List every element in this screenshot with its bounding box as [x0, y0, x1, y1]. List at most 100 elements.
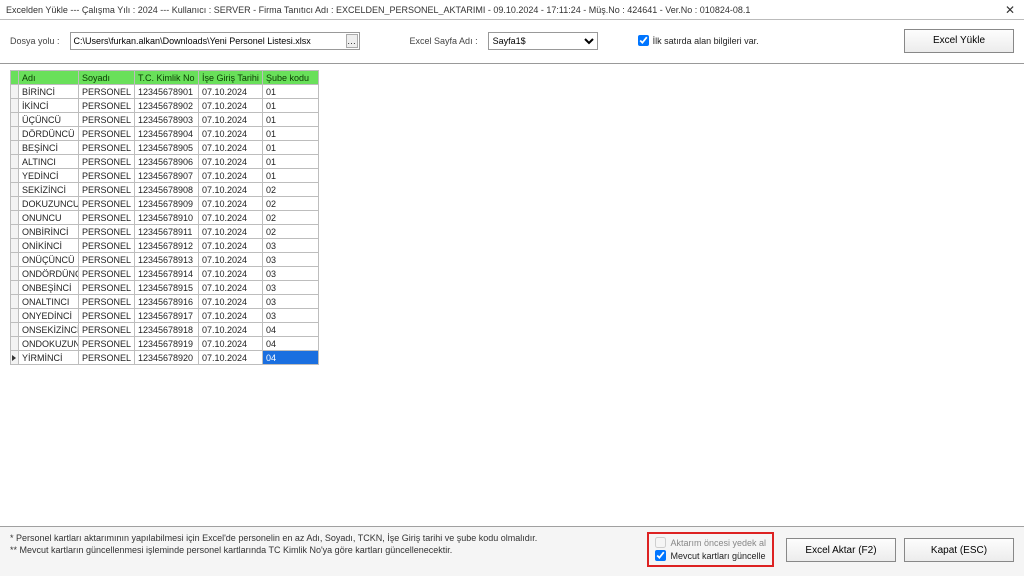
- cell-tckn[interactable]: 12345678913: [135, 253, 199, 267]
- cell-tarih[interactable]: 07.10.2024: [199, 351, 263, 365]
- cell-tarih[interactable]: 07.10.2024: [199, 169, 263, 183]
- table-row[interactable]: SEKİZİNCİPERSONEL1234567890807.10.202402: [11, 183, 319, 197]
- cell-soyadi[interactable]: PERSONEL: [79, 281, 135, 295]
- cell-adi[interactable]: ONUNCU: [19, 211, 79, 225]
- cell-sube[interactable]: 02: [263, 225, 319, 239]
- cell-tckn[interactable]: 12345678911: [135, 225, 199, 239]
- cell-tckn[interactable]: 12345678917: [135, 309, 199, 323]
- table-row[interactable]: ONYEDİNCİPERSONEL1234567891707.10.202403: [11, 309, 319, 323]
- cell-soyadi[interactable]: PERSONEL: [79, 127, 135, 141]
- table-row[interactable]: ÜÇÜNCÜPERSONEL1234567890307.10.202401: [11, 113, 319, 127]
- cell-sube[interactable]: 01: [263, 141, 319, 155]
- cell-tarih[interactable]: 07.10.2024: [199, 337, 263, 351]
- cell-tckn[interactable]: 12345678912: [135, 239, 199, 253]
- table-row[interactable]: YEDİNCİPERSONEL1234567890707.10.202401: [11, 169, 319, 183]
- cell-tckn[interactable]: 12345678916: [135, 295, 199, 309]
- cell-adi[interactable]: ONSEKİZİNCİ: [19, 323, 79, 337]
- cell-tckn[interactable]: 12345678918: [135, 323, 199, 337]
- close-icon[interactable]: ✕: [1002, 2, 1018, 18]
- table-row[interactable]: ALTINCIPERSONEL1234567890607.10.202401: [11, 155, 319, 169]
- cell-adi[interactable]: ONDÖRDÜNCÜ: [19, 267, 79, 281]
- cell-adi[interactable]: ONÜÇÜNCÜ: [19, 253, 79, 267]
- cell-sube[interactable]: 01: [263, 155, 319, 169]
- cell-tarih[interactable]: 07.10.2024: [199, 309, 263, 323]
- cell-tckn[interactable]: 12345678908: [135, 183, 199, 197]
- cell-sube[interactable]: 03: [263, 253, 319, 267]
- first-row-checkbox-input[interactable]: [638, 35, 649, 46]
- cell-tarih[interactable]: 07.10.2024: [199, 225, 263, 239]
- cell-soyadi[interactable]: PERSONEL: [79, 211, 135, 225]
- cell-tarih[interactable]: 07.10.2024: [199, 295, 263, 309]
- cell-tckn[interactable]: 12345678914: [135, 267, 199, 281]
- file-path-input[interactable]: [70, 32, 360, 50]
- cell-soyadi[interactable]: PERSONEL: [79, 267, 135, 281]
- cell-sube[interactable]: 03: [263, 267, 319, 281]
- col-sube[interactable]: Şube kodu: [263, 71, 319, 85]
- cell-adi[interactable]: ONYEDİNCİ: [19, 309, 79, 323]
- col-tckn[interactable]: T.C. Kimlik No: [135, 71, 199, 85]
- cell-sube[interactable]: 03: [263, 239, 319, 253]
- cell-adi[interactable]: ONBEŞİNCİ: [19, 281, 79, 295]
- cell-adi[interactable]: ONDOKUZUNCU: [19, 337, 79, 351]
- cell-tckn[interactable]: 12345678920: [135, 351, 199, 365]
- table-row[interactable]: DOKUZUNCUPERSONEL1234567890907.10.202402: [11, 197, 319, 211]
- cell-sube[interactable]: 03: [263, 295, 319, 309]
- cell-adi[interactable]: BİRİNCİ: [19, 85, 79, 99]
- cell-sube[interactable]: 03: [263, 281, 319, 295]
- cell-sube[interactable]: 01: [263, 127, 319, 141]
- cell-tckn[interactable]: 12345678904: [135, 127, 199, 141]
- cell-soyadi[interactable]: PERSONEL: [79, 225, 135, 239]
- cell-tarih[interactable]: 07.10.2024: [199, 99, 263, 113]
- cell-tarih[interactable]: 07.10.2024: [199, 211, 263, 225]
- cell-tckn[interactable]: 12345678903: [135, 113, 199, 127]
- col-ise-giris[interactable]: İşe Giriş Tarihi: [199, 71, 263, 85]
- col-adi[interactable]: Adı: [19, 71, 79, 85]
- transfer-button[interactable]: Excel Aktar (F2): [786, 538, 896, 562]
- personnel-table[interactable]: Adı Soyadı T.C. Kimlik No İşe Giriş Tari…: [10, 70, 319, 365]
- table-row[interactable]: BİRİNCİPERSONEL1234567890107.10.202401: [11, 85, 319, 99]
- cell-tarih[interactable]: 07.10.2024: [199, 155, 263, 169]
- cell-sube[interactable]: 02: [263, 197, 319, 211]
- table-row[interactable]: DÖRDÜNCÜPERSONEL1234567890407.10.202401: [11, 127, 319, 141]
- cell-tckn[interactable]: 12345678906: [135, 155, 199, 169]
- cell-soyadi[interactable]: PERSONEL: [79, 323, 135, 337]
- cell-tarih[interactable]: 07.10.2024: [199, 141, 263, 155]
- table-row[interactable]: ONSEKİZİNCİPERSONEL1234567891807.10.2024…: [11, 323, 319, 337]
- table-row[interactable]: YİRMİNCİPERSONEL1234567892007.10.202404: [11, 351, 319, 365]
- sheet-select[interactable]: Sayfa1$: [488, 32, 598, 50]
- cell-tarih[interactable]: 07.10.2024: [199, 267, 263, 281]
- cell-tckn[interactable]: 12345678915: [135, 281, 199, 295]
- cell-soyadi[interactable]: PERSONEL: [79, 99, 135, 113]
- table-row[interactable]: ONÜÇÜNCÜPERSONEL1234567891307.10.202403: [11, 253, 319, 267]
- table-row[interactable]: ONİKİNCİPERSONEL1234567891207.10.202403: [11, 239, 319, 253]
- table-row[interactable]: ONBEŞİNCİPERSONEL1234567891507.10.202403: [11, 281, 319, 295]
- cell-soyadi[interactable]: PERSONEL: [79, 309, 135, 323]
- cell-tarih[interactable]: 07.10.2024: [199, 85, 263, 99]
- cell-sube[interactable]: 01: [263, 85, 319, 99]
- cell-adi[interactable]: DÖRDÜNCÜ: [19, 127, 79, 141]
- cell-tarih[interactable]: 07.10.2024: [199, 239, 263, 253]
- cell-tarih[interactable]: 07.10.2024: [199, 253, 263, 267]
- cell-sube[interactable]: 04: [263, 337, 319, 351]
- browse-button[interactable]: …: [346, 34, 358, 48]
- cell-adi[interactable]: ONALTINCI: [19, 295, 79, 309]
- cell-sube[interactable]: 01: [263, 113, 319, 127]
- cell-tarih[interactable]: 07.10.2024: [199, 323, 263, 337]
- cell-tckn[interactable]: 12345678907: [135, 169, 199, 183]
- cell-sube[interactable]: 02: [263, 183, 319, 197]
- cell-adi[interactable]: YEDİNCİ: [19, 169, 79, 183]
- cell-soyadi[interactable]: PERSONEL: [79, 197, 135, 211]
- cell-soyadi[interactable]: PERSONEL: [79, 169, 135, 183]
- update-checkbox[interactable]: Mevcut kartları güncelle: [655, 550, 766, 561]
- table-row[interactable]: ONUNCUPERSONEL1234567891007.10.202402: [11, 211, 319, 225]
- cell-sube[interactable]: 01: [263, 169, 319, 183]
- backup-checkbox[interactable]: Aktarım öncesi yedek al: [655, 537, 766, 548]
- cell-tckn[interactable]: 12345678902: [135, 99, 199, 113]
- cell-soyadi[interactable]: PERSONEL: [79, 85, 135, 99]
- table-row[interactable]: ONBİRİNCİPERSONEL1234567891107.10.202402: [11, 225, 319, 239]
- cell-tckn[interactable]: 12345678901: [135, 85, 199, 99]
- cell-sube[interactable]: 03: [263, 309, 319, 323]
- cell-tckn[interactable]: 12345678909: [135, 197, 199, 211]
- table-row[interactable]: ONDOKUZUNCUPERSONEL1234567891907.10.2024…: [11, 337, 319, 351]
- cell-tarih[interactable]: 07.10.2024: [199, 127, 263, 141]
